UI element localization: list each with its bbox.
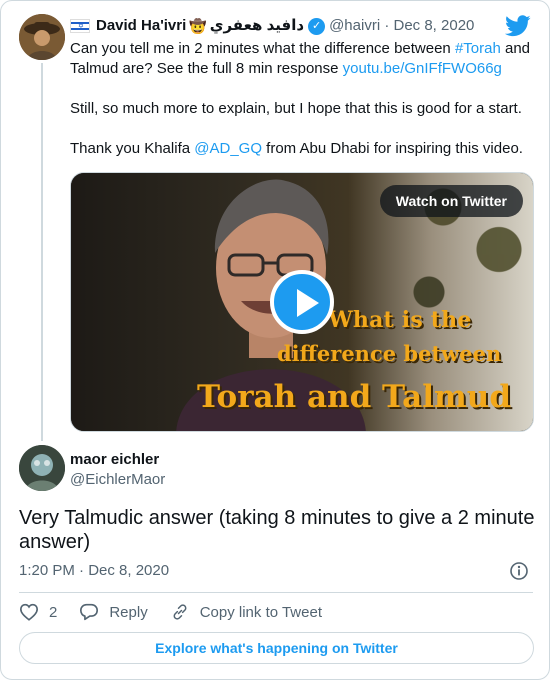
tweet-paragraph-3: Thank you Khalifa @AD_GQ from Abu Dhabi …	[70, 139, 538, 159]
israel-flag-icon: ✡	[70, 19, 90, 33]
separator-dot: ·	[380, 17, 394, 34]
tweet-paragraph-1: Can you tell me in 2 minutes what the di…	[70, 39, 538, 79]
author-avatar-image	[19, 14, 65, 60]
reply-author-name[interactable]: maor eichler	[70, 451, 159, 468]
reply-icon	[80, 603, 99, 621]
author-name[interactable]: David Ha'ivri	[96, 17, 186, 35]
video-thumbnail[interactable]: Watch on Twitter What is the difference …	[70, 172, 534, 432]
tweet-text-segment: Can you tell me in 2 minutes what the di…	[70, 40, 455, 57]
author-handle[interactable]: @haivri	[329, 17, 380, 35]
mention-link[interactable]: @AD_GQ	[194, 140, 262, 157]
tweet-text-segment: from Abu Dhabi for inspiring this video.	[262, 140, 523, 157]
actions-divider	[19, 592, 533, 593]
watch-on-twitter-button[interactable]: Watch on Twitter	[379, 185, 523, 217]
heart-icon	[19, 603, 39, 621]
copy-link-button[interactable]: Copy link to Tweet	[170, 603, 322, 621]
thread-connector-line	[41, 63, 43, 441]
video-overlay-text-line-2: difference between	[277, 341, 502, 366]
reply-avatar-image	[19, 445, 65, 491]
reply-button[interactable]: Reply	[79, 603, 148, 621]
twitter-bird-icon[interactable]	[505, 15, 531, 37]
tweet-paragraph-2: Still, so much more to explain, but I ho…	[70, 100, 522, 117]
play-icon[interactable]	[270, 270, 334, 334]
like-count: 2	[49, 603, 58, 621]
explore-twitter-button[interactable]: Explore what's happening on Twitter	[19, 632, 534, 664]
reply-author-handle[interactable]: @EichlerMaor	[70, 471, 165, 488]
copy-link-label: Copy link to Tweet	[199, 603, 322, 621]
verified-badge-icon: ✓	[308, 17, 326, 35]
reply-timestamp[interactable]: 1:20 PM · Dec 8, 2020	[19, 562, 169, 579]
link-icon	[173, 604, 187, 620]
tweet-actions-bar: 2 Reply Copy link to Tweet	[19, 601, 344, 623]
hashtag-link[interactable]: #Torah	[455, 40, 501, 57]
tweet-text-segment: Thank you Khalifa	[70, 140, 195, 157]
video-overlay-text-line-3: Torah and Talmud	[197, 379, 512, 415]
reply-label: Reply	[109, 603, 148, 621]
cowboy-emoji-icon: 🤠	[189, 18, 207, 34]
reply-tweet-text: Very Talmudic answer (taking 8 minutes t…	[19, 507, 535, 553]
info-icon[interactable]	[509, 561, 529, 581]
tweet-date[interactable]: Dec 8, 2020	[394, 17, 475, 35]
author-name-arabic[interactable]: دافيد هعفري	[210, 17, 304, 35]
author-avatar[interactable]	[19, 14, 65, 60]
youtube-link[interactable]: youtu.be/GnIFfFWO66g	[343, 60, 502, 77]
embedded-tweet-card: ✡ David Ha'ivri 🤠 دافيد هعفري ✓ @haivri …	[0, 0, 550, 680]
tweet-body: Can you tell me in 2 minutes what the di…	[70, 39, 538, 179]
like-button[interactable]: 2	[19, 603, 57, 621]
tweet-header: ✡ David Ha'ivri 🤠 دافيد هعفري ✓ @haivri …	[70, 17, 474, 35]
video-overlay-text-line-1: What is the	[328, 307, 472, 333]
reply-author-avatar[interactable]	[19, 445, 65, 491]
